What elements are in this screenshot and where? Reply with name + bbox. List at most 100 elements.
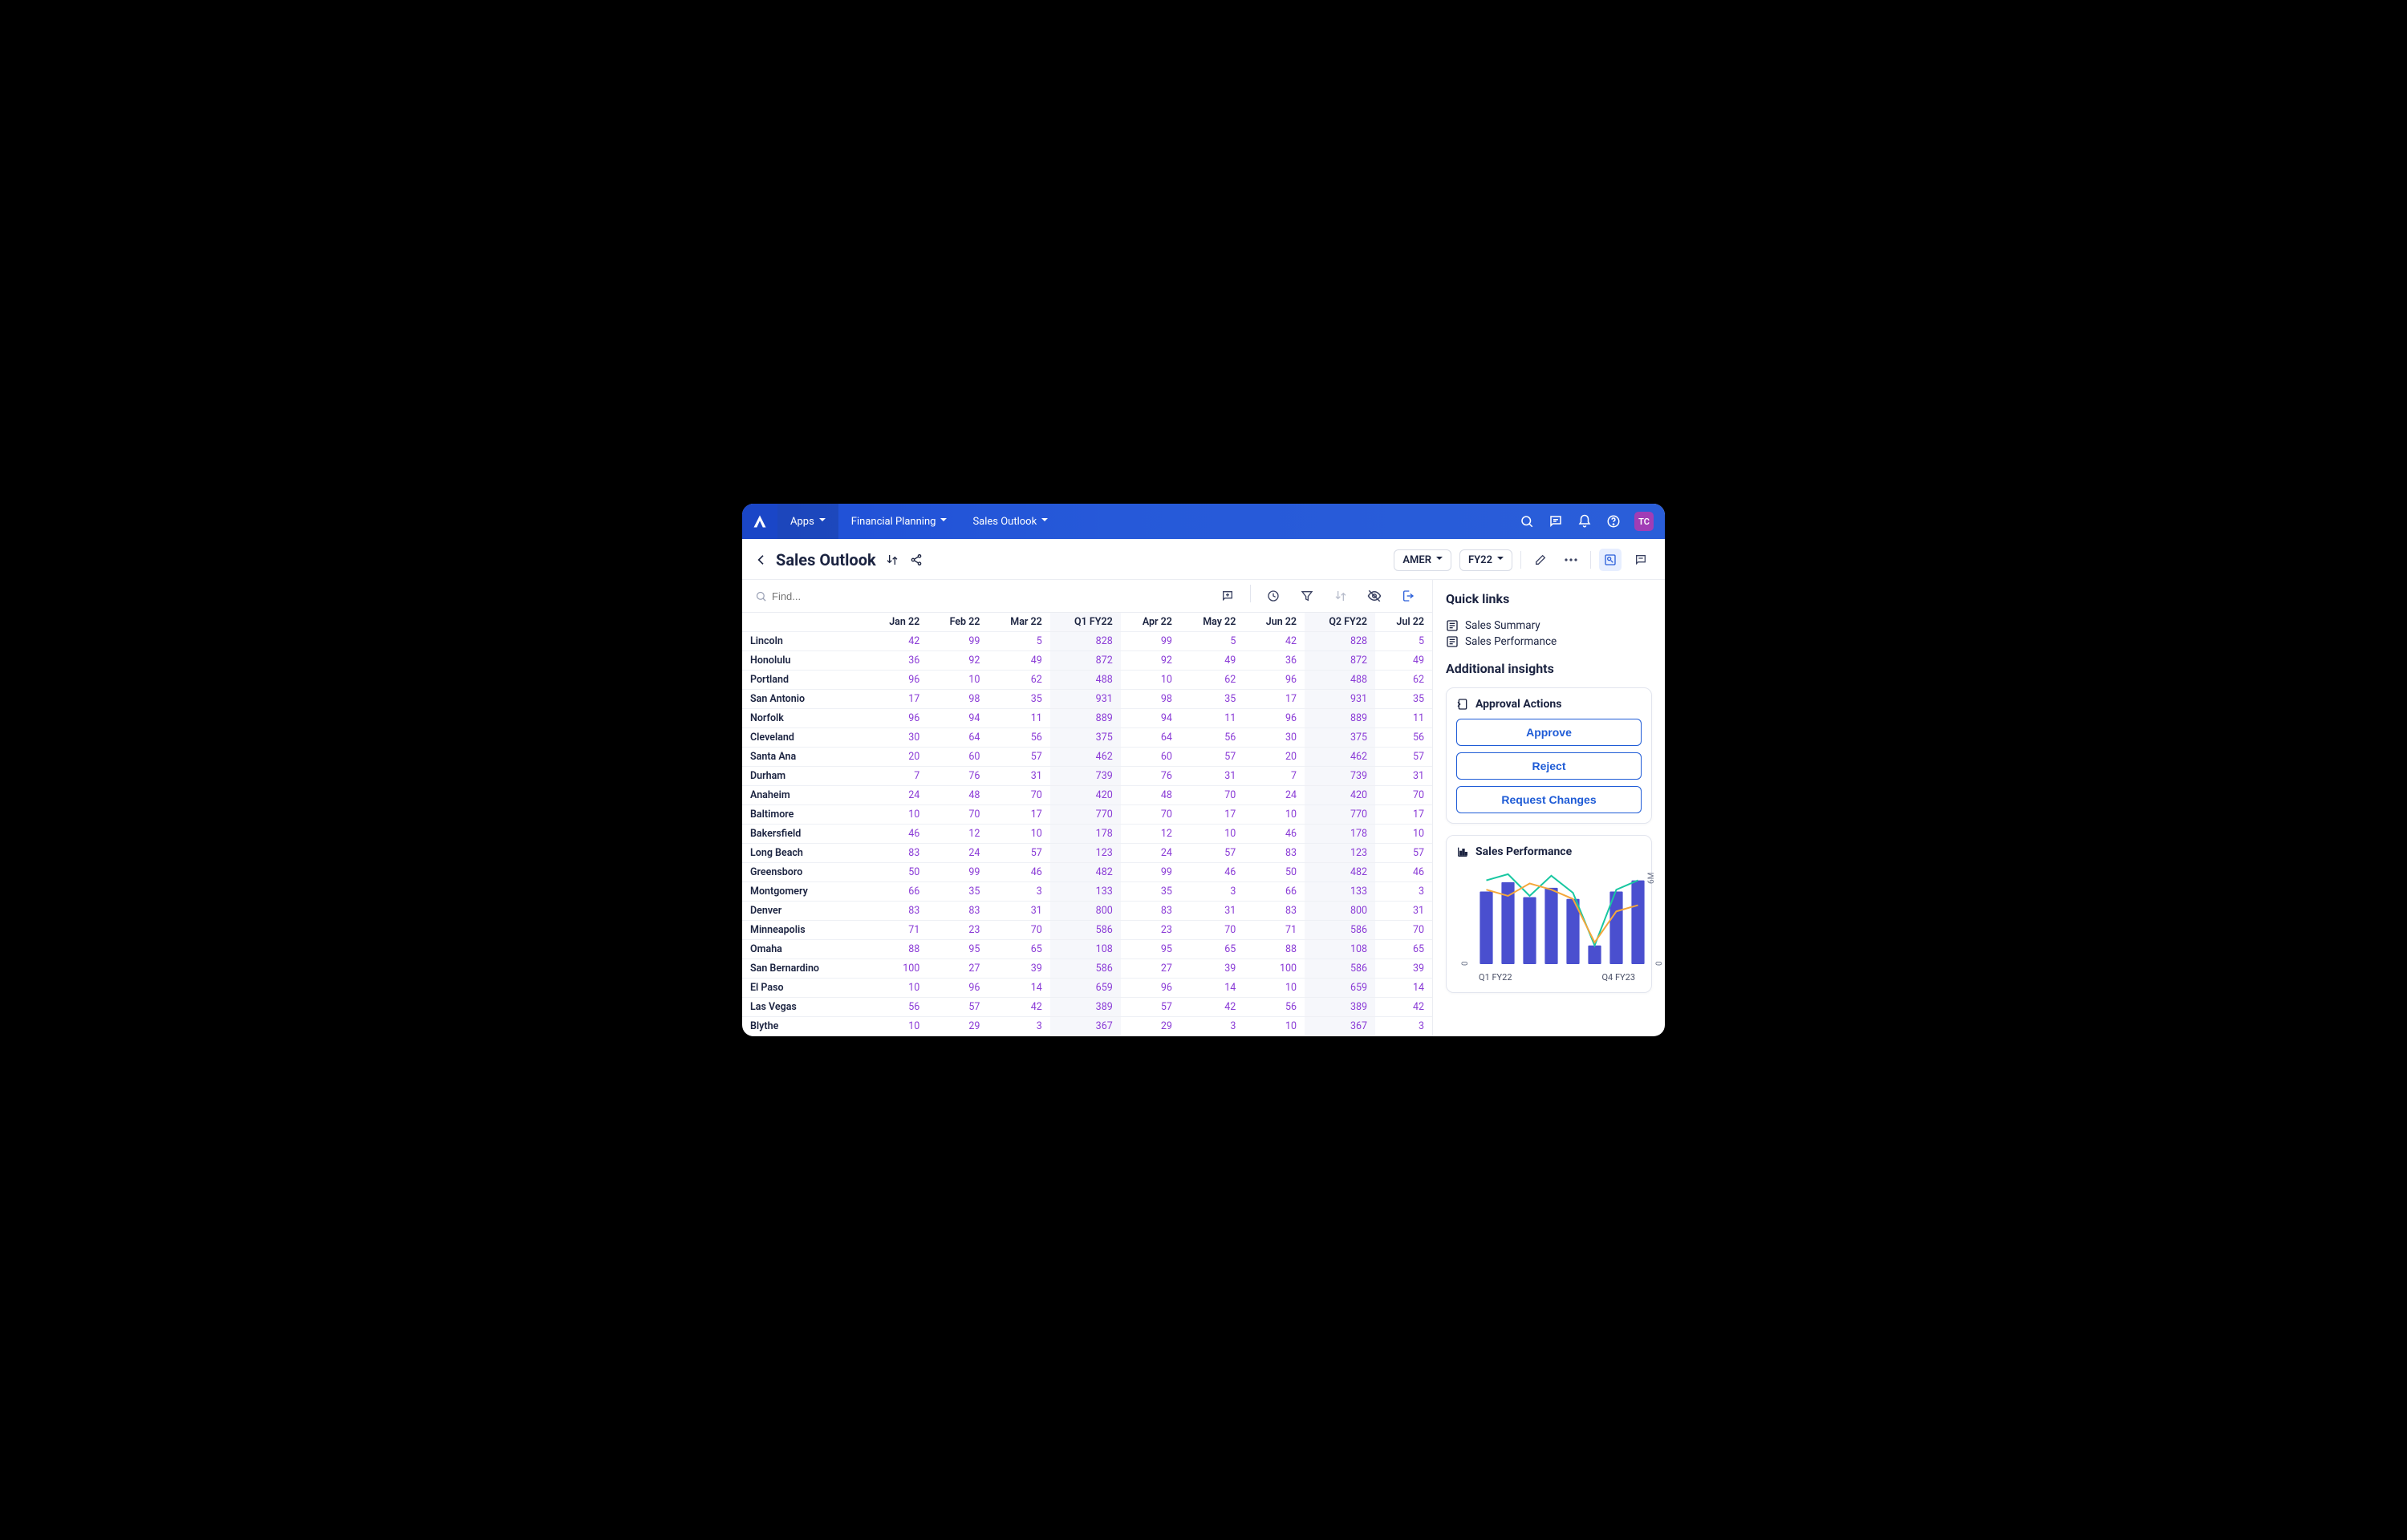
table-row[interactable]: Minneapolis71237058623707158670 xyxy=(742,921,1432,940)
cell[interactable]: 488 xyxy=(1305,671,1375,690)
cell[interactable]: 389 xyxy=(1050,998,1121,1017)
cell[interactable]: 367 xyxy=(1050,1017,1121,1036)
cell[interactable]: 420 xyxy=(1050,786,1121,805)
cell[interactable]: 83 xyxy=(1244,844,1305,863)
cell[interactable]: 420 xyxy=(1305,786,1375,805)
nav-breadcrumb-sales-outlook[interactable]: Sales Outlook xyxy=(960,504,1061,539)
cell[interactable]: 872 xyxy=(1050,651,1121,671)
cell[interactable]: 123 xyxy=(1305,844,1375,863)
table-row[interactable]: Montgomery66353133353661333 xyxy=(742,882,1432,902)
cell[interactable]: 70 xyxy=(1121,805,1180,825)
reject-button[interactable]: Reject xyxy=(1456,752,1642,780)
cell[interactable]: 30 xyxy=(867,728,927,748)
quicklink-item[interactable]: Sales Performance xyxy=(1446,634,1652,650)
approve-button[interactable]: Approve xyxy=(1456,719,1642,746)
table-row[interactable]: Las Vegas56574238957425638942 xyxy=(742,998,1432,1017)
table-row[interactable]: Honolulu36924987292493687249 xyxy=(742,651,1432,671)
cell[interactable]: 96 xyxy=(927,979,988,998)
cell[interactable]: 7 xyxy=(867,767,927,786)
cell[interactable]: 83 xyxy=(867,844,927,863)
visibility-off-icon[interactable] xyxy=(1363,585,1386,607)
cell[interactable]: 64 xyxy=(1121,728,1180,748)
quicklink-item[interactable]: Sales Summary xyxy=(1446,618,1652,634)
row-header[interactable]: Lincoln xyxy=(742,632,867,651)
cell[interactable]: 3 xyxy=(1375,1017,1432,1036)
cell[interactable]: 17 xyxy=(867,690,927,709)
cell[interactable]: 65 xyxy=(1375,940,1432,959)
cell[interactable]: 48 xyxy=(927,786,988,805)
cell[interactable]: 27 xyxy=(1121,959,1180,979)
cell[interactable]: 770 xyxy=(1050,805,1121,825)
table-row[interactable]: Anaheim24487042048702442070 xyxy=(742,786,1432,805)
nav-breadcrumb-financial-planning[interactable]: Financial Planning xyxy=(838,504,960,539)
cell[interactable]: 83 xyxy=(867,902,927,921)
cell[interactable]: 739 xyxy=(1050,767,1121,786)
cell[interactable]: 62 xyxy=(988,671,1049,690)
cell[interactable]: 96 xyxy=(867,709,927,728)
row-header[interactable]: Omaha xyxy=(742,940,867,959)
search-icon[interactable] xyxy=(1519,513,1535,529)
cell[interactable]: 11 xyxy=(1375,709,1432,728)
cell[interactable]: 20 xyxy=(867,748,927,767)
cell[interactable]: 35 xyxy=(1375,690,1432,709)
cell[interactable]: 482 xyxy=(1050,863,1121,882)
cell[interactable]: 92 xyxy=(1121,651,1180,671)
col-header[interactable]: Apr 22 xyxy=(1121,613,1180,632)
cell[interactable]: 10 xyxy=(1180,825,1244,844)
search-input[interactable] xyxy=(772,590,932,602)
cell[interactable]: 24 xyxy=(927,844,988,863)
cell[interactable]: 3 xyxy=(1375,882,1432,902)
table-row[interactable]: Baltimore10701777070171077017 xyxy=(742,805,1432,825)
cell[interactable]: 889 xyxy=(1050,709,1121,728)
cell[interactable]: 3 xyxy=(1180,1017,1244,1036)
cell[interactable]: 57 xyxy=(1375,844,1432,863)
cell[interactable]: 98 xyxy=(1121,690,1180,709)
cell[interactable]: 7 xyxy=(1244,767,1305,786)
cell[interactable]: 56 xyxy=(1375,728,1432,748)
cell[interactable]: 17 xyxy=(1244,690,1305,709)
cell[interactable]: 389 xyxy=(1305,998,1375,1017)
cell[interactable]: 5 xyxy=(1180,632,1244,651)
cell[interactable]: 931 xyxy=(1050,690,1121,709)
table-row[interactable]: Lincoln42995828995428285 xyxy=(742,632,1432,651)
cell[interactable]: 586 xyxy=(1050,921,1121,940)
cell[interactable]: 70 xyxy=(1375,786,1432,805)
cell[interactable]: 586 xyxy=(1050,959,1121,979)
cell[interactable]: 872 xyxy=(1305,651,1375,671)
row-header[interactable]: Montgomery xyxy=(742,882,867,902)
cell[interactable]: 95 xyxy=(1121,940,1180,959)
cell[interactable]: 95 xyxy=(927,940,988,959)
cell[interactable]: 46 xyxy=(1375,863,1432,882)
cell[interactable]: 5 xyxy=(1375,632,1432,651)
cell[interactable]: 14 xyxy=(1375,979,1432,998)
cell[interactable]: 3 xyxy=(988,1017,1049,1036)
cell[interactable]: 64 xyxy=(927,728,988,748)
row-header[interactable]: Baltimore xyxy=(742,805,867,825)
app-logo-icon[interactable] xyxy=(742,504,777,539)
cell[interactable]: 178 xyxy=(1050,825,1121,844)
cell[interactable]: 42 xyxy=(1180,998,1244,1017)
cell[interactable]: 659 xyxy=(1305,979,1375,998)
cell[interactable]: 10 xyxy=(1244,1017,1305,1036)
cell[interactable]: 770 xyxy=(1305,805,1375,825)
cell[interactable]: 31 xyxy=(1375,767,1432,786)
cell[interactable]: 24 xyxy=(1121,844,1180,863)
nav-apps[interactable]: Apps xyxy=(777,504,838,539)
cell[interactable]: 56 xyxy=(1180,728,1244,748)
cell[interactable]: 94 xyxy=(927,709,988,728)
cell[interactable]: 65 xyxy=(1180,940,1244,959)
insights-panel-icon[interactable] xyxy=(1599,549,1622,571)
row-header[interactable]: Portland xyxy=(742,671,867,690)
add-comment-icon[interactable] xyxy=(1216,585,1239,607)
table-row[interactable]: Denver83833180083318380031 xyxy=(742,902,1432,921)
cell[interactable]: 70 xyxy=(988,786,1049,805)
cell[interactable]: 10 xyxy=(1244,979,1305,998)
cell[interactable]: 462 xyxy=(1050,748,1121,767)
cell[interactable]: 800 xyxy=(1050,902,1121,921)
cell[interactable]: 96 xyxy=(1244,709,1305,728)
cell[interactable]: 60 xyxy=(927,748,988,767)
cell[interactable]: 375 xyxy=(1305,728,1375,748)
cell[interactable]: 56 xyxy=(867,998,927,1017)
cell[interactable]: 42 xyxy=(1244,632,1305,651)
row-header[interactable]: Honolulu xyxy=(742,651,867,671)
